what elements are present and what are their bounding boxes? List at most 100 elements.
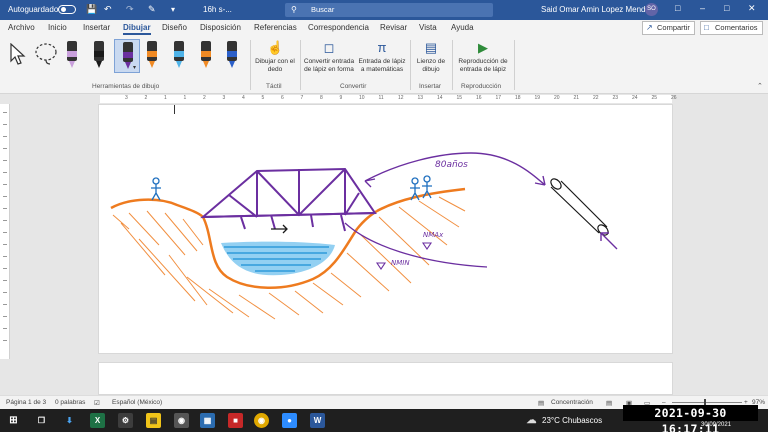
- ruler-tick: [3, 244, 7, 245]
- nmin-level-symbol: [375, 262, 387, 270]
- maximize-icon[interactable]: □: [724, 3, 729, 13]
- ruler-tick: [3, 316, 7, 317]
- lasso-select-icon[interactable]: [34, 42, 58, 66]
- read-mode-icon[interactable]: ▤: [606, 399, 612, 407]
- pipe-flow-arrow: [600, 232, 618, 250]
- word-icon[interactable]: W: [310, 413, 325, 428]
- tab-diseno[interactable]: Diseño: [162, 23, 187, 32]
- document-page[interactable]: 80años NMAx NMIN: [98, 104, 673, 354]
- close-icon[interactable]: ✕: [748, 3, 756, 14]
- ink-to-shape-button[interactable]: ◻ Convertir entrada de lápiz en forma: [302, 37, 356, 74]
- pen-swatch[interactable]: [66, 41, 78, 69]
- horizontal-ruler[interactable]: 3 2 1 1 2 3 4 5 6 7 8 9 10 11 12 13 14 15 16 17 18 19 20 21 22 23…: [0, 94, 768, 104]
- document-area[interactable]: 80años NMAx NMIN: [0, 104, 768, 395]
- ruler-tick: [3, 208, 7, 209]
- ruler-number: 20: [554, 95, 560, 101]
- file-explorer-icon[interactable]: ▤: [146, 413, 161, 428]
- arrowhead-left: [364, 178, 376, 188]
- user-name[interactable]: Said Omar Amin Lopez Mendez: [541, 5, 654, 14]
- focus-icon[interactable]: ▤: [538, 399, 544, 407]
- pen-swatch-selected[interactable]: ▾: [114, 39, 140, 73]
- settings-icon[interactable]: ⚙: [118, 413, 133, 428]
- weather-text[interactable]: 23°C Chubascos: [542, 416, 602, 425]
- group-label-convert: Convertir: [340, 83, 367, 90]
- ink-to-math-button[interactable]: π Entrada de lápiz a matemáticas: [356, 37, 408, 74]
- collapse-ribbon-icon[interactable]: ⌃: [757, 82, 763, 90]
- tab-revisar[interactable]: Revisar: [380, 23, 407, 32]
- pdf-app-icon[interactable]: ■: [228, 413, 243, 428]
- terrain-right-bank: [376, 187, 466, 213]
- download-icon[interactable]: ⬇: [62, 413, 77, 428]
- group-label-touch: Táctil: [266, 83, 282, 90]
- ruler-tick: [3, 148, 7, 149]
- pen-swatch[interactable]: [173, 41, 185, 69]
- tab-referencias[interactable]: Referencias: [254, 23, 297, 32]
- language-indicator[interactable]: Español (México): [112, 399, 162, 406]
- calculator-icon[interactable]: ▦: [200, 413, 215, 428]
- ruler-number: 3: [125, 95, 128, 101]
- ink-to-math-label: Entrada de lápiz a matemáticas: [358, 58, 406, 73]
- draw-with-touch-button[interactable]: ☝ Dibujar con el dedo: [250, 37, 300, 74]
- label-nmax: NMAx: [423, 231, 444, 239]
- word-count[interactable]: 0 palabras: [55, 399, 85, 406]
- pen-swatch[interactable]: [93, 41, 105, 69]
- nmax-level-symbol: [421, 242, 433, 250]
- undo-icon[interactable]: ↶: [104, 4, 112, 15]
- comments-button[interactable]: □ Comentarios: [700, 21, 763, 35]
- customize-qat-icon[interactable]: ▾: [171, 5, 175, 14]
- save-icon[interactable]: 💾: [86, 4, 97, 15]
- pen-swatch[interactable]: [226, 41, 238, 69]
- ribbon-options-icon[interactable]: □: [675, 3, 680, 13]
- pipe-sketch: [550, 178, 609, 236]
- ruler-tick: [3, 280, 7, 281]
- ruler-tick: [3, 304, 7, 305]
- touch-mode-icon[interactable]: ✎: [148, 4, 156, 15]
- avatar[interactable]: SO: [645, 3, 658, 16]
- drawing-canvas-button[interactable]: ▤ Lienzo de dibujo: [410, 37, 452, 74]
- ink-replay-button[interactable]: ▶ Reproducción de entrada de lápiz: [452, 37, 514, 74]
- page-count[interactable]: Página 1 de 3: [6, 399, 46, 406]
- ruler-number: 10: [359, 95, 365, 101]
- zoom-slider[interactable]: [672, 402, 742, 403]
- focus-mode[interactable]: Concentración: [551, 399, 593, 406]
- ruler-tick: [3, 136, 7, 137]
- tab-dibujar[interactable]: Dibujar: [123, 23, 151, 35]
- ruler-tick: [3, 160, 7, 161]
- task-view-icon[interactable]: ❐: [34, 413, 49, 428]
- ribbon: ▾ ☝ Dibujar con el dedo Táctil ◻ Convert…: [0, 37, 768, 94]
- vertical-ruler[interactable]: [0, 104, 10, 359]
- ink-drawing-canvas[interactable]: 80años NMAx NMIN: [99, 105, 674, 355]
- autosave-toggle[interactable]: [58, 5, 76, 14]
- tab-ayuda[interactable]: Ayuda: [451, 23, 474, 32]
- timestamp-overlay: 2021-09-30 16:17:11: [623, 405, 758, 432]
- tab-archivo[interactable]: Archivo: [8, 23, 35, 32]
- zoom-app-icon[interactable]: ●: [282, 413, 297, 428]
- select-cursor-icon[interactable]: [8, 43, 28, 65]
- pen-dropdown-icon[interactable]: ▾: [133, 64, 136, 71]
- label-nmin: NMIN: [391, 259, 410, 267]
- minimize-icon[interactable]: –: [700, 3, 705, 13]
- weather-icon[interactable]: ☁: [524, 413, 539, 428]
- start-icon[interactable]: ⊞: [6, 413, 21, 428]
- chrome-icon[interactable]: ◉: [254, 413, 269, 428]
- camera-icon[interactable]: ◉: [174, 413, 189, 428]
- document-name[interactable]: 16h s-...: [203, 5, 232, 14]
- ruler-tick: [3, 340, 7, 341]
- tab-disposicion[interactable]: Disposición: [200, 23, 241, 32]
- tab-vista[interactable]: Vista: [419, 23, 437, 32]
- ruler-tick: [3, 268, 7, 269]
- tab-inicio[interactable]: Inicio: [48, 23, 67, 32]
- ruler-number: 16: [476, 95, 482, 101]
- title-bar: Autoguardado 💾 ↶ ↷ ✎ ▾ 16h s-... ⚲ Busca…: [0, 0, 768, 20]
- share-button[interactable]: ↗ Compartir: [642, 21, 695, 35]
- tab-correspondencia[interactable]: Correspondencia: [308, 23, 369, 32]
- ruler-number: 2: [144, 95, 148, 101]
- redo-icon[interactable]: ↷: [126, 4, 134, 15]
- pen-swatch[interactable]: [146, 41, 158, 69]
- search-box[interactable]: ⚲ Buscar: [285, 3, 493, 17]
- document-page-2[interactable]: [98, 362, 673, 395]
- pen-swatch[interactable]: [200, 41, 212, 69]
- excel-icon[interactable]: X: [90, 413, 105, 428]
- tab-insertar[interactable]: Insertar: [83, 23, 110, 32]
- proofing-icon[interactable]: ☑: [94, 399, 100, 407]
